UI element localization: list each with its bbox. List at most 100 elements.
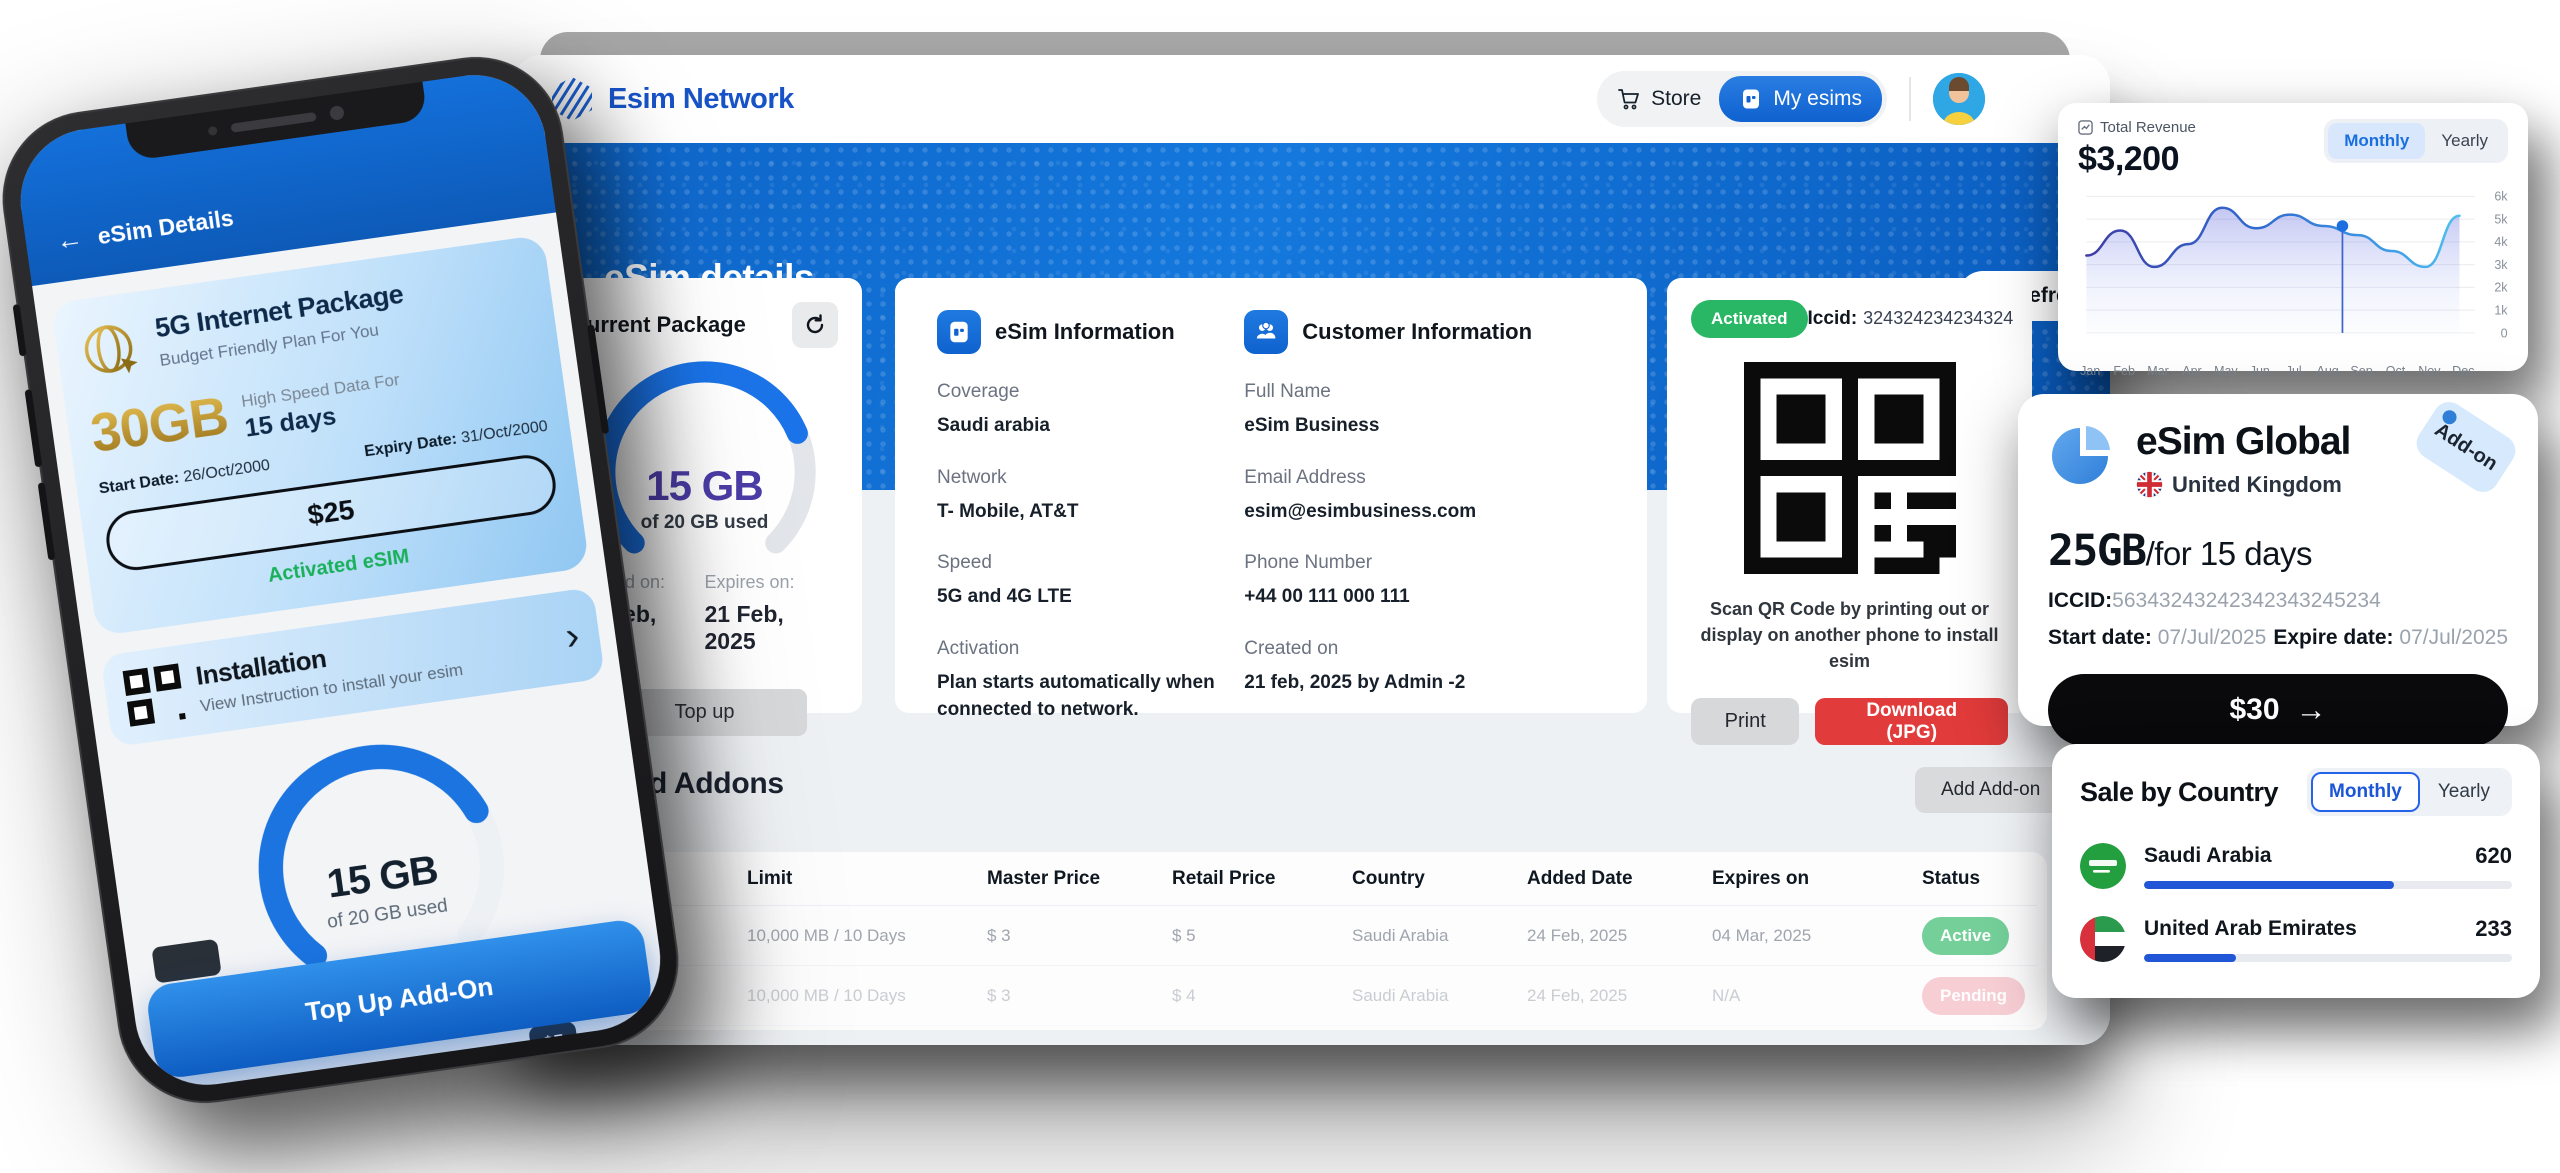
iccid: Iccid:324324234234324 — [1808, 308, 2014, 330]
svg-text:2k: 2k — [2494, 281, 2508, 295]
saudi-arabia-flag-icon — [2080, 843, 2126, 889]
field-network: Network T- Mobile, AT&T — [937, 467, 1244, 526]
field-phone: Phone Number +44 00 111 000 111 — [1244, 552, 1605, 611]
start-date-label: Start Date: — [98, 470, 180, 498]
my-esims-label: My esims — [1773, 87, 1862, 111]
svg-text:6k: 6k — [2494, 190, 2508, 204]
col-retail-price: Retail Price — [1172, 868, 1352, 890]
field-created-on: Created on 21 feb, 2025 by Admin -2 — [1244, 638, 1605, 697]
cell-limit: 10,000 MB / 10 Days — [747, 986, 987, 1006]
iccid-label: Iccid: — [1808, 308, 1858, 329]
revenue-value: $3,200 — [2078, 140, 2196, 179]
expiry-date-label: Expiry Date: — [363, 431, 458, 461]
topbar-right: Store My esims — [1597, 71, 1985, 127]
svg-text:Mar: Mar — [2147, 364, 2169, 378]
brand[interactable]: Esim Network — [548, 75, 794, 123]
arrow-right-icon: → — [2296, 692, 2327, 728]
cell-master-price: $ 3 — [987, 926, 1172, 946]
revenue-chart: 01k2k3k4k5k6kJanFebMarAprMayJunJulAugSep… — [2078, 181, 2514, 381]
start-value: 07/Jul/2025 — [2158, 626, 2267, 649]
esim-information-section: eSim Information Coverage Saudi arabia N… — [937, 310, 1244, 724]
field-coverage: Coverage Saudi arabia — [937, 381, 1244, 440]
monthly-tab[interactable]: Monthly — [2328, 123, 2425, 159]
phone-side-button — [13, 304, 27, 356]
package-refresh-button[interactable] — [792, 302, 838, 348]
table-row: Alpha 10,000 MB / 10 Days $ 3 $ 4 Saudi … — [577, 966, 2037, 1026]
buy-addon-button[interactable]: $30 → — [2048, 674, 2508, 746]
sale-country-value: 233 — [2475, 916, 2512, 942]
field-value: eSim Business — [1244, 412, 1605, 440]
field-email: Email Address esim@esimbusiness.com — [1244, 467, 1605, 526]
col-country: Country — [1352, 868, 1527, 890]
monthly-tab[interactable]: Monthly — [2311, 772, 2420, 812]
my-esims-button[interactable]: My esims — [1719, 76, 1882, 122]
user-avatar[interactable] — [1933, 73, 1985, 125]
phone-back-icon[interactable]: ← — [54, 223, 85, 257]
expire-label: Expire date: — [2273, 626, 2393, 649]
yearly-tab[interactable]: Yearly — [2425, 123, 2504, 159]
cell-limit: 10,000 MB / 10 Days — [747, 926, 987, 946]
cell-added-date: 24 Feb, 2025 — [1527, 926, 1712, 946]
expires-on: Expires on: 21 Feb, 2025 — [705, 572, 833, 655]
sim-icon — [1739, 87, 1763, 111]
dashboard-window: ← eSim details My eSims › sim#324324234 … — [512, 55, 2110, 1045]
download-jpg-button[interactable]: Download (JPG) — [1815, 698, 2008, 745]
add-addon-button[interactable]: Add Add-on — [1915, 767, 2066, 813]
phone-body: 5G Internet Package Budget Friendly Plan… — [32, 212, 669, 1094]
field-label: Phone Number — [1244, 552, 1605, 574]
phone-package-card: 5G Internet Package Budget Friendly Plan… — [51, 234, 590, 636]
expires-label: Expires on: — [705, 572, 833, 593]
field-label: Email Address — [1244, 467, 1605, 489]
svg-text:3k: 3k — [2494, 258, 2508, 272]
start-date-value: 26/Oct/2000 — [182, 457, 271, 486]
refresh-icon — [803, 313, 827, 337]
svg-text:1k: 1k — [2494, 303, 2508, 317]
store-button[interactable]: Store — [1617, 87, 1719, 111]
global-expire-date: Expire date: 07/Jul/2025 — [2273, 626, 2508, 650]
col-master-price: Master Price — [987, 868, 1172, 890]
data-used-caption: of 20 GB used — [589, 512, 821, 534]
svg-text:Sep: Sep — [2350, 364, 2372, 378]
cell-master-price: $ 3 — [987, 986, 1172, 1006]
revenue-label: Total Revenue — [2100, 119, 2196, 136]
qr-code — [1744, 362, 1956, 574]
pie-chart-icon — [2048, 420, 2118, 490]
field-value: esim@esimbusiness.com — [1244, 498, 1605, 526]
sale-bar-fill — [2144, 881, 2394, 889]
yearly-tab[interactable]: Yearly — [2420, 772, 2508, 812]
cell-added-date: 24 Feb, 2025 — [1527, 986, 1712, 1006]
chevron-right-icon: › — [563, 616, 582, 657]
svg-text:Aug: Aug — [2317, 364, 2339, 378]
svg-text:Jun: Jun — [2250, 364, 2270, 378]
field-label: Created on — [1244, 638, 1605, 660]
svg-text:Dec: Dec — [2452, 364, 2474, 378]
col-status: Status — [1922, 868, 2072, 890]
sale-row: Saudi Arabia 620 — [2080, 843, 2512, 889]
current-package-title: Current Package — [571, 312, 746, 338]
status-badge-active: Active — [1922, 917, 2009, 955]
esim-global-title: eSim Global — [2136, 420, 2350, 464]
esim-info-title: eSim Information — [995, 319, 1175, 345]
global-start-date: Start date: 07/Jul/2025 — [2048, 626, 2266, 650]
cell-expires-on: N/A — [1712, 986, 1922, 1006]
sensor-dot — [208, 125, 218, 135]
print-button[interactable]: Print — [1691, 698, 1799, 745]
col-limit: Limit — [747, 868, 987, 890]
field-label: Speed — [937, 552, 1244, 574]
sale-country-name: United Arab Emirates — [2144, 917, 2357, 941]
phone-side-button — [25, 389, 43, 467]
global-iccid-value: 56343243242342343245234 — [2112, 589, 2381, 612]
field-full-name: Full Name eSim Business — [1244, 381, 1605, 440]
cell-country: Saudi Arabia — [1352, 926, 1527, 946]
svg-text:Nov: Nov — [2418, 364, 2441, 378]
status-badge-pending: Pending — [1922, 977, 2025, 1015]
esim-global-card: Add-on eSim Global — [2018, 394, 2538, 726]
revenue-icon — [2078, 120, 2093, 135]
sale-bar-fill — [2144, 954, 2236, 962]
camera-dot — [329, 105, 345, 121]
svg-text:Jul: Jul — [2286, 364, 2302, 378]
data-used-value: 15 GB — [589, 462, 821, 510]
qr-card: Activated Iccid:324324234234324 Scan QR … — [1667, 278, 2032, 713]
cell-country: Saudi Arabia — [1352, 986, 1527, 1006]
svg-text:Oct: Oct — [2386, 364, 2406, 378]
